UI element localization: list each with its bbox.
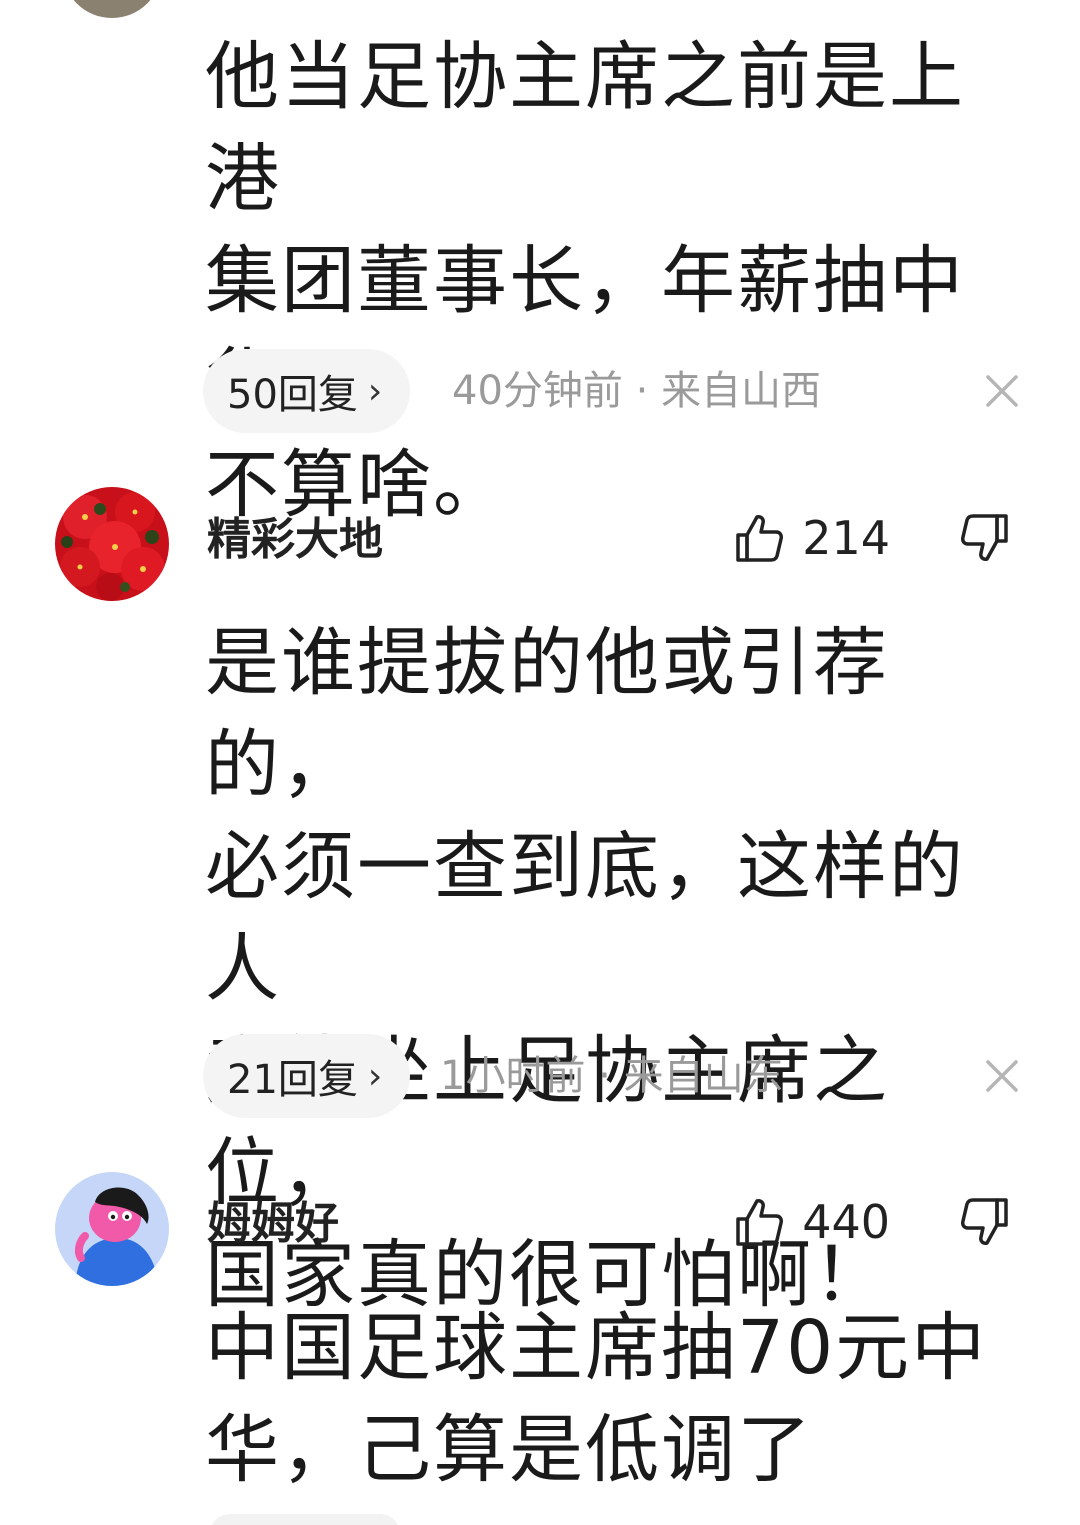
replies-button[interactable] [210, 1514, 400, 1525]
thumbs-up-icon [732, 1195, 786, 1249]
comment-time: 40分钟前 [452, 368, 623, 414]
comment-text: 中国足球主席抽70元中 华，己算是低调了 [205, 1305, 988, 1493]
username[interactable]: 精彩大地 [207, 510, 383, 570]
thumbs-up-icon [732, 511, 786, 565]
replies-label: 50回复 [227, 372, 358, 418]
comment-meta: 1小时前 · 来自山东 [440, 1034, 784, 1118]
replies-label: 21回复 [227, 1057, 358, 1103]
comment-text: 他当足协主席之前是上港 集团董事长，年薪抽中华 不算啥。 [205, 34, 965, 528]
replies-button[interactable]: 21回复 › [203, 1034, 411, 1118]
comment-meta: 40分钟前 · 来自山西 [452, 349, 821, 433]
comment-location: 来自山东 [623, 1053, 784, 1099]
avatar[interactable] [62, 0, 162, 18]
like-count: 214 [802, 511, 890, 565]
like-button[interactable]: 440 [732, 1192, 890, 1252]
comment-time: 1小时前 [440, 1053, 586, 1099]
chevron-right-icon: › [367, 1055, 383, 1097]
meta-separator: · [635, 368, 649, 414]
comment-list: 他当足协主席之前是上港 集团董事长，年薪抽中华 不算啥。 50回复 › 40分钟… [0, 0, 1080, 1525]
like-button[interactable]: 214 [732, 508, 890, 568]
red-flower-avatar[interactable] [55, 487, 169, 601]
thumbs-down-icon[interactable] [958, 1194, 1018, 1254]
close-icon[interactable] [984, 1058, 1020, 1094]
comment-location: 来自山西 [661, 368, 822, 414]
replies-button[interactable]: 50回复 › [203, 349, 411, 433]
cartoon-character-avatar[interactable] [55, 1172, 169, 1286]
chevron-right-icon: › [367, 370, 383, 412]
like-count: 440 [802, 1195, 890, 1249]
meta-separator: · [598, 1053, 611, 1099]
username[interactable]: 姆姆好 [207, 1194, 339, 1254]
close-icon[interactable] [984, 373, 1020, 409]
thumbs-down-icon[interactable] [958, 510, 1018, 570]
